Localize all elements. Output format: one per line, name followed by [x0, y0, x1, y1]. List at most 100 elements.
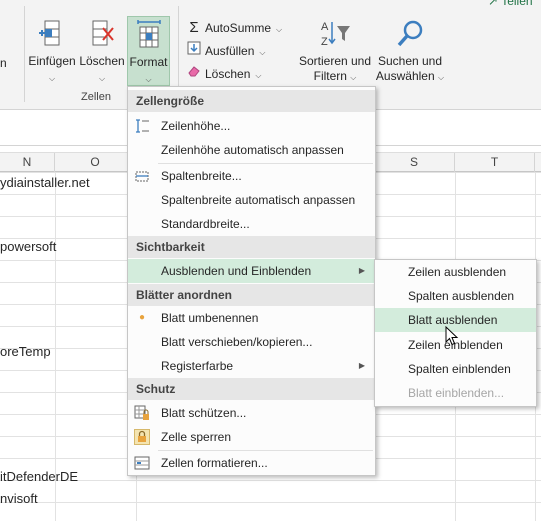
- chevron-down-icon: ⌵: [350, 73, 357, 82]
- column-header[interactable]: T: [455, 153, 535, 173]
- protect-sheet-icon: [134, 405, 150, 421]
- section-header-organize-sheets: Blätter anordnen: [128, 284, 375, 306]
- partial-ribbon-label: n: [0, 56, 10, 71]
- cell[interactable]: oreTemp: [0, 342, 51, 362]
- menu-item-tab-color[interactable]: Registerfarbe ▶: [128, 354, 375, 378]
- menu-item-autofit-row[interactable]: Zeilenhöhe automatisch anpassen: [128, 138, 375, 162]
- row-height-icon: [134, 118, 150, 134]
- svg-text:A: A: [321, 21, 329, 33]
- submenu-item-label: Spalten ausblenden: [408, 289, 515, 303]
- chevron-down-icon: ⌵: [437, 73, 445, 82]
- menu-item-hide-unhide[interactable]: Ausblenden und Einblenden ▶: [128, 259, 375, 283]
- menu-item-default-width[interactable]: Standardbreite...: [128, 212, 375, 236]
- chevron-down-icon: ⌵: [48, 74, 56, 83]
- ribbon-separator: [24, 6, 25, 102]
- menu-item-label: Spaltenbreite automatisch anpassen: [161, 193, 356, 207]
- menu-item-lock-cell[interactable]: Zelle sperren: [128, 425, 375, 449]
- find-select-button[interactable]: Suchen und Auswählen ⌵: [374, 18, 446, 85]
- sigma-icon: Σ: [189, 19, 199, 36]
- column-header[interactable]: S: [374, 153, 455, 173]
- sort-filter-label-1: Sortieren und: [298, 54, 372, 68]
- submenu-item-unhide-sheet: Blatt einblenden...: [375, 381, 536, 405]
- column-header-label: N: [22, 155, 32, 169]
- menu-item-protect-sheet[interactable]: Blatt schützen...: [128, 401, 375, 425]
- submenu-item-label: Blatt ausblenden: [408, 313, 498, 327]
- menu-item-format-cells[interactable]: Zellen formatieren...: [128, 451, 375, 475]
- cell[interactable]: itDefenderDE: [0, 467, 78, 487]
- autosum-button[interactable]: Σ AutoSumme ⌵: [186, 18, 282, 38]
- bullet-icon: ●: [138, 312, 146, 323]
- delete-cells-icon: [92, 20, 114, 46]
- find-select-label-2: Auswählen ⌵: [374, 69, 446, 85]
- sort-filter-label-2: Filtern ⌵: [296, 69, 374, 85]
- share-button[interactable]: ↗ Teilen: [488, 0, 533, 11]
- format-button-label: Format: [129, 55, 168, 69]
- delete-cells-button[interactable]: Löschen ⌵: [78, 18, 126, 86]
- share-icon: ↗: [488, 0, 499, 8]
- menu-item-rename-sheet[interactable]: ● Blatt umbenennen: [128, 306, 375, 330]
- submenu-item-hide-rows[interactable]: Zeilen ausblenden: [375, 260, 536, 284]
- menu-item-move-copy-sheet[interactable]: Blatt verschieben/kopieren...: [128, 330, 375, 354]
- section-header-cell-size: Zellengröße: [128, 90, 375, 112]
- lock-icon: [134, 429, 150, 445]
- menu-item-label: Ausblenden und Einblenden: [161, 264, 312, 278]
- share-label: Teilen: [501, 0, 533, 8]
- menu-item-label: Zeilenhöhe...: [161, 119, 231, 133]
- fill-button[interactable]: Ausfüllen ⌵: [186, 41, 265, 61]
- fill-down-icon: [186, 41, 202, 61]
- format-cells-icon: [136, 20, 161, 48]
- cell[interactable]: powersoft: [0, 237, 56, 257]
- svg-text:Z: Z: [321, 36, 328, 48]
- menu-item-label: Spaltenbreite...: [161, 169, 242, 183]
- submenu-item-unhide-columns[interactable]: Spalten einblenden: [375, 357, 536, 381]
- sort-filter-button[interactable]: A Z Sortieren und Filtern ⌵: [296, 18, 374, 85]
- submenu-item-label: Blatt einblenden...: [408, 386, 505, 400]
- column-header[interactable]: N: [0, 153, 55, 173]
- submenu-item-label: Zeilen ausblenden: [408, 265, 507, 279]
- menu-item-label: Blatt verschieben/kopieren...: [161, 335, 313, 349]
- clear-label: Löschen: [205, 67, 251, 81]
- column-header[interactable]: O: [55, 153, 136, 173]
- chevron-down-icon: ⌵: [276, 25, 283, 34]
- cell[interactable]: ydiainstaller.net: [0, 173, 90, 193]
- mouse-pointer-icon: [445, 326, 459, 346]
- chevron-right-icon: ▶: [358, 361, 365, 370]
- submenu-item-hide-columns[interactable]: Spalten ausblenden: [375, 284, 536, 308]
- menu-item-label: Standardbreite...: [161, 217, 250, 231]
- delete-cells-label: Löschen: [79, 54, 125, 68]
- clear-button[interactable]: Löschen ⌵: [186, 64, 261, 84]
- autosum-label: AutoSumme: [205, 21, 272, 35]
- magnifier-icon: [397, 20, 423, 47]
- format-button[interactable]: Format ⌵: [127, 16, 170, 86]
- menu-item-label: Blatt umbenennen: [161, 311, 259, 325]
- chevron-down-icon: ⌵: [255, 71, 262, 80]
- menu-item-autofit-column[interactable]: Spaltenbreite automatisch anpassen: [128, 188, 375, 212]
- menu-item-column-width[interactable]: Spaltenbreite...: [128, 164, 375, 188]
- format-cells-icon: [134, 455, 150, 471]
- format-button-content: Format ⌵: [128, 19, 169, 87]
- submenu-item-label: Spalten einblenden: [408, 362, 511, 376]
- cell[interactable]: nvisoft: [0, 489, 38, 509]
- format-dropdown-menu: Zellengröße Zeilenhöhe... Zeilenhöhe aut…: [127, 86, 376, 476]
- menu-item-row-height[interactable]: Zeilenhöhe...: [128, 114, 375, 138]
- fill-label: Ausfüllen: [205, 44, 255, 58]
- sort-filter-icon: A Z: [321, 21, 350, 48]
- column-header-label: O: [90, 155, 100, 169]
- insert-cells-icon: [39, 20, 60, 46]
- group-label-cells: Zellen: [81, 91, 111, 103]
- menu-item-label: Registerfarbe: [161, 359, 234, 373]
- insert-cells-label: Einfügen: [28, 54, 76, 68]
- menu-item-label: Zelle sperren: [161, 430, 232, 444]
- section-header-protection: Schutz: [128, 378, 375, 400]
- section-header-visibility: Sichtbarkeit: [128, 236, 375, 258]
- sort-filter-label-2-text: Filtern: [313, 69, 347, 83]
- insert-cells-button[interactable]: Einfügen ⌵: [27, 18, 77, 86]
- column-header-label: S: [409, 155, 418, 169]
- column-header-label: T: [490, 155, 499, 169]
- menu-item-label: Blatt schützen...: [161, 406, 247, 420]
- chevron-right-icon: ▶: [358, 266, 365, 275]
- find-select-label-2-text: Auswählen: [375, 69, 435, 83]
- find-select-label-1: Suchen und: [377, 54, 443, 68]
- chevron-down-icon: ⌵: [145, 75, 152, 84]
- menu-item-label: Zellen formatieren...: [161, 456, 268, 470]
